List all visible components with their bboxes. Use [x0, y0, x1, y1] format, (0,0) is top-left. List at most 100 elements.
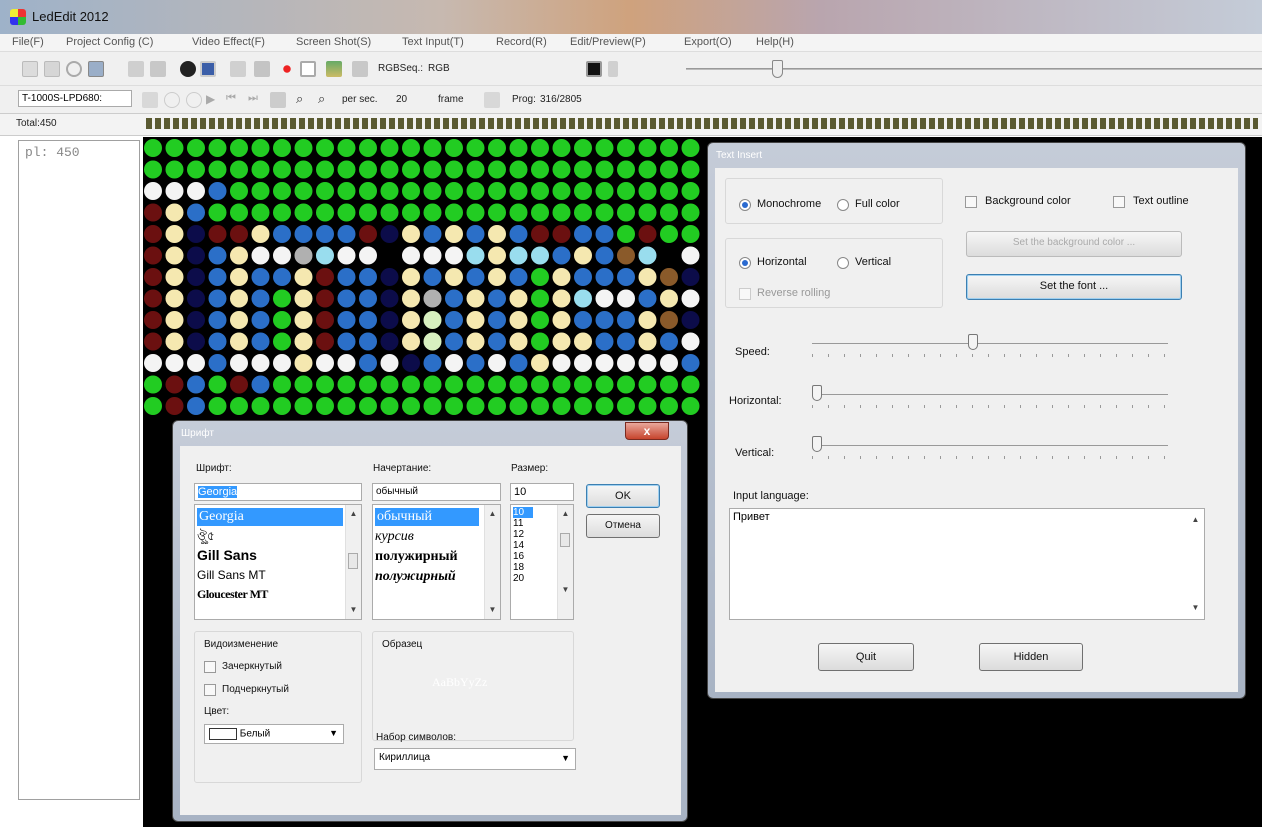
- led-pixel[interactable]: [552, 311, 571, 329]
- led-pixel[interactable]: [273, 182, 291, 200]
- led-pixel[interactable]: [380, 246, 399, 265]
- style-list-scrollbar[interactable]: ▲ ▼: [484, 505, 500, 619]
- led-pixel[interactable]: [337, 332, 356, 351]
- led-pixel[interactable]: [316, 203, 334, 222]
- led-pixel[interactable]: [595, 332, 614, 351]
- led-pixel[interactable]: [165, 289, 184, 308]
- full-color-radio[interactable]: [837, 199, 849, 211]
- export-icon[interactable]: [326, 61, 342, 77]
- led-pixel[interactable]: [208, 397, 227, 415]
- led-pixel[interactable]: [380, 268, 399, 286]
- led-pixel[interactable]: [294, 375, 313, 394]
- led-pixel[interactable]: [423, 397, 442, 415]
- led-pixel[interactable]: [165, 354, 184, 372]
- led-pixel[interactable]: [402, 332, 420, 351]
- style-list-item[interactable]: обычный: [375, 508, 479, 526]
- frame-icon[interactable]: [254, 61, 270, 77]
- led-pixel[interactable]: [509, 332, 528, 351]
- scroll-up-icon[interactable]: ▲: [1188, 513, 1203, 527]
- led-pixel[interactable]: [316, 160, 334, 179]
- play-icon[interactable]: ▶: [206, 92, 222, 108]
- led-pixel[interactable]: [509, 225, 528, 243]
- led-pixel[interactable]: [273, 203, 291, 222]
- led-pixel[interactable]: [638, 139, 657, 157]
- led-pixel[interactable]: [531, 160, 549, 179]
- led-pixel[interactable]: [595, 354, 614, 372]
- led-pixel[interactable]: [273, 225, 291, 243]
- led-pixel[interactable]: [595, 397, 614, 415]
- cancel-button[interactable]: Отмена: [586, 514, 660, 538]
- led-pixel[interactable]: [660, 246, 678, 265]
- led-pixel[interactable]: [251, 397, 270, 415]
- scroll-down-icon[interactable]: ▼: [346, 603, 361, 617]
- led-pixel[interactable]: [144, 397, 162, 415]
- led-pixel[interactable]: [187, 289, 205, 308]
- led-pixel[interactable]: [402, 203, 420, 222]
- led-pixel[interactable]: [187, 160, 205, 179]
- led-pixel[interactable]: [660, 397, 678, 415]
- led-pixel[interactable]: [552, 397, 571, 415]
- new-file-icon[interactable]: [22, 61, 38, 77]
- led-pixel[interactable]: [208, 246, 227, 265]
- led-pixel[interactable]: [595, 375, 614, 394]
- text-outline-checkbox[interactable]: [1113, 196, 1125, 208]
- led-pixel[interactable]: [574, 375, 592, 394]
- size-list-item[interactable]: 16: [513, 551, 524, 562]
- led-pixel[interactable]: [208, 375, 227, 394]
- strikeout-checkbox[interactable]: [204, 661, 216, 673]
- led-pixel[interactable]: [552, 203, 571, 222]
- led-pixel[interactable]: [294, 289, 313, 308]
- film-icon[interactable]: [230, 61, 246, 77]
- led-pixel[interactable]: [681, 375, 700, 394]
- charset-select[interactable]: Кириллица ▼: [374, 748, 576, 770]
- led-pixel[interactable]: [660, 311, 678, 329]
- size-list[interactable]: 10 11 12 14 16 18 20 ▲ ▼: [510, 504, 574, 620]
- led-pixel[interactable]: [359, 139, 377, 157]
- led-pixel[interactable]: [488, 182, 506, 200]
- led-pixel[interactable]: [359, 246, 377, 265]
- led-pixel[interactable]: [402, 182, 420, 200]
- led-pixel[interactable]: [681, 160, 700, 179]
- led-pixel[interactable]: [402, 311, 420, 329]
- led-pixel[interactable]: [359, 203, 377, 222]
- led-pixel[interactable]: [144, 225, 162, 243]
- led-pixel[interactable]: [144, 375, 162, 394]
- per-sec-value[interactable]: 20: [396, 94, 407, 105]
- led-pixel[interactable]: [423, 354, 442, 372]
- led-pixel[interactable]: [208, 354, 227, 372]
- led-pixel[interactable]: [230, 203, 248, 222]
- led-pixel[interactable]: [488, 311, 506, 329]
- led-pixel[interactable]: [165, 332, 184, 351]
- led-pixel[interactable]: [638, 182, 657, 200]
- led-pixel[interactable]: [316, 289, 334, 308]
- vertical-radio[interactable]: [837, 257, 849, 269]
- led-pixel[interactable]: [681, 332, 700, 351]
- led-pixel[interactable]: [617, 397, 635, 415]
- led-pixel[interactable]: [165, 182, 184, 200]
- led-pixel[interactable]: [617, 225, 635, 243]
- led-pixel[interactable]: [251, 225, 270, 243]
- led-pixel[interactable]: [638, 397, 657, 415]
- led-pixel[interactable]: [509, 354, 528, 372]
- font-list-item[interactable]: ঔৣ৫: [197, 528, 215, 548]
- image-icon[interactable]: [88, 61, 104, 77]
- menu-project-config[interactable]: Project Config (C): [66, 36, 153, 48]
- horizontal-position-knob[interactable]: [812, 385, 822, 401]
- font-list[interactable]: Georgia ঔৣ৫ Gill Sans Gill Sans MT Glouc…: [194, 504, 362, 620]
- font-name-input[interactable]: Georgia: [194, 483, 362, 501]
- led-pixel[interactable]: [531, 182, 549, 200]
- led-pixel[interactable]: [445, 289, 463, 308]
- led-pixel[interactable]: [423, 160, 442, 179]
- rgbseq-value[interactable]: RGB: [428, 63, 450, 74]
- led-pixel[interactable]: [466, 354, 485, 372]
- led-pixel[interactable]: [294, 311, 313, 329]
- close-icon[interactable]: x: [625, 422, 669, 440]
- color-select[interactable]: Белый ▼: [204, 724, 344, 744]
- led-pixel[interactable]: [380, 160, 399, 179]
- settings-icon[interactable]: [352, 61, 368, 77]
- set-font-button[interactable]: Set the font ...: [966, 274, 1182, 300]
- led-pixel[interactable]: [144, 182, 162, 200]
- menu-export[interactable]: Export(O): [684, 36, 732, 48]
- led-pixel[interactable]: [552, 354, 571, 372]
- led-pixel[interactable]: [337, 246, 356, 265]
